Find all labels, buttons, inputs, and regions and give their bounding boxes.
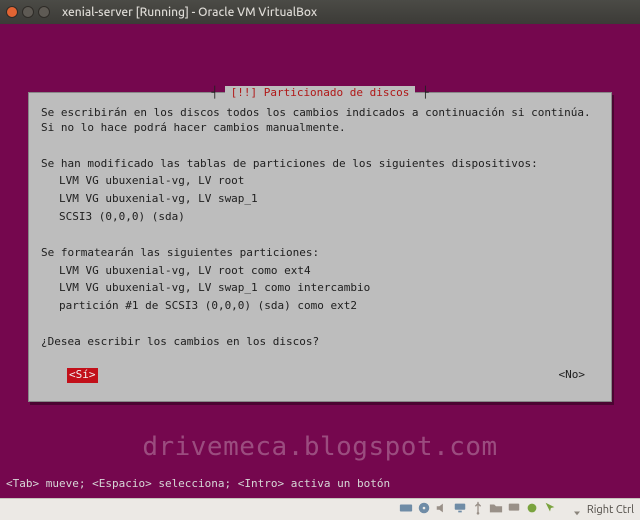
dialog-text: Se formatearán las siguientes particione… xyxy=(41,246,599,261)
window-title: xenial-server [Running] - Oracle VM Virt… xyxy=(62,6,317,19)
dialog-body: Se escribirán en los discos todos los ca… xyxy=(41,106,599,350)
recording-icon[interactable] xyxy=(525,501,539,518)
mouse-integration-icon[interactable] xyxy=(543,501,557,518)
dialog-list-item: LVM VG ubuxenial-vg, LV root xyxy=(41,174,599,189)
no-button[interactable]: <No> xyxy=(559,368,586,383)
host-key-label: Right Ctrl xyxy=(587,504,634,516)
dialog-list-item: SCSI3 (0,0,0) (sda) xyxy=(41,210,599,225)
window-titlebar: xenial-server [Running] - Oracle VM Virt… xyxy=(0,0,640,24)
audio-icon[interactable] xyxy=(435,501,449,518)
status-icons xyxy=(399,501,557,518)
shared-folder-icon[interactable] xyxy=(489,501,503,518)
dialog-list-item: partición #1 de SCSI3 (0,0,0) (sda) como… xyxy=(41,299,599,314)
yes-button[interactable]: <Sí> xyxy=(67,368,98,383)
display-icon[interactable] xyxy=(507,501,521,518)
dialog-list-item: LVM VG ubuxenial-vg, LV swap_1 como inte… xyxy=(41,281,599,296)
network-icon[interactable] xyxy=(453,501,467,518)
maximize-icon[interactable] xyxy=(38,6,50,18)
usb-icon[interactable] xyxy=(471,501,485,518)
host-key-indicator: Right Ctrl xyxy=(571,504,634,516)
dialog-text: Se han modificado las tablas de particio… xyxy=(41,157,599,172)
window-controls xyxy=(6,6,50,18)
dialog-text: Se escribirán en los discos todos los ca… xyxy=(41,106,599,136)
dialog-list-item: LVM VG ubuxenial-vg, LV root como ext4 xyxy=(41,264,599,279)
dialog-text: ¿Desea escribir los cambios en los disco… xyxy=(41,335,599,350)
vbox-status-bar: Right Ctrl xyxy=(0,498,640,520)
dialog-title-row: ┤ [!!] Particionado de discos ├ xyxy=(29,86,611,101)
close-icon[interactable] xyxy=(6,6,18,18)
dialog-list-item: LVM VG ubuxenial-vg, LV swap_1 xyxy=(41,192,599,207)
watermark: drivemeca.blogspot.com xyxy=(0,432,640,462)
minimize-icon[interactable] xyxy=(22,6,34,18)
hdd-icon[interactable] xyxy=(399,501,413,518)
dialog-title: [!!] Particionado de discos xyxy=(225,86,416,101)
dialog-buttons: <Sí> <No> xyxy=(41,368,599,383)
help-bar: <Tab> mueve; <Espacio> selecciona; <Intr… xyxy=(0,474,640,498)
keyboard-icon xyxy=(571,504,583,516)
vm-display: ┤ [!!] Particionado de discos ├ Se escri… xyxy=(0,24,640,498)
partition-dialog: ┤ [!!] Particionado de discos ├ Se escri… xyxy=(28,92,612,402)
optical-icon[interactable] xyxy=(417,501,431,518)
